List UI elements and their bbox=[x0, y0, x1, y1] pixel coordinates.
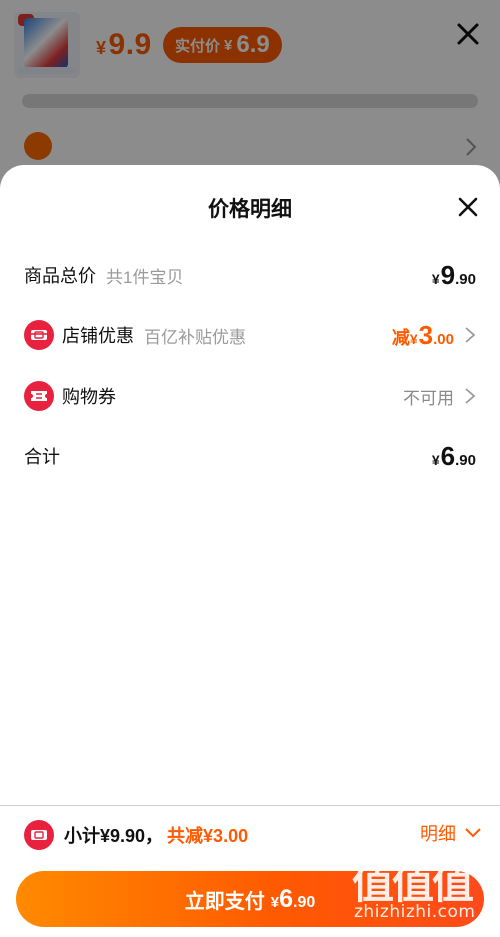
row-shop-discount[interactable]: 店铺优惠 百亿补贴优惠 减 ¥3.00 bbox=[0, 313, 500, 357]
detail-toggle-button[interactable]: 明细 bbox=[420, 820, 482, 846]
pay-now-button[interactable]: 立即支付 ¥6.90 bbox=[16, 871, 484, 927]
reduced-text: 共减¥3.00 bbox=[167, 826, 249, 846]
checkout-bar: 小计¥9.90， 共减¥3.00 明细 立即支付 ¥6.90 bbox=[0, 806, 500, 937]
row-label: 合计 bbox=[24, 447, 60, 467]
detail-label: 明细 bbox=[420, 824, 456, 844]
chevron-right-icon bbox=[465, 327, 476, 343]
row-label: 商品总价 bbox=[24, 266, 96, 286]
chevron-down-icon bbox=[465, 828, 481, 838]
row-coupon[interactable]: 购物券 不可用 bbox=[0, 374, 500, 418]
coupon-status: 不可用 bbox=[403, 388, 454, 408]
shop-coupon-icon bbox=[24, 320, 54, 350]
sheet-title: 价格明细 bbox=[208, 198, 292, 221]
row-sum: 合计 ¥6.90 bbox=[0, 434, 500, 478]
row-sublabel: 共1件宝贝 bbox=[106, 267, 184, 287]
subtotal-text: 小计¥9.90， bbox=[64, 826, 164, 846]
row-total-price: 商品总价 共1件宝贝 ¥9.90 bbox=[0, 253, 500, 297]
row-sublabel: 百亿补贴优惠 bbox=[144, 327, 246, 347]
row-label: 购物券 bbox=[62, 387, 116, 407]
chevron-right-icon bbox=[465, 388, 476, 404]
sum-value: ¥6.90 bbox=[431, 440, 476, 471]
total-price-value: ¥9.90 bbox=[431, 259, 476, 290]
shop-coupon-icon bbox=[24, 820, 54, 850]
row-label: 店铺优惠 bbox=[62, 326, 134, 346]
ticket-icon bbox=[24, 381, 54, 411]
discount-value: 减 ¥3.00 bbox=[391, 319, 454, 350]
subtotal-summary: 小计¥9.90， 共减¥3.00 bbox=[24, 820, 248, 850]
close-icon[interactable] bbox=[456, 195, 480, 219]
